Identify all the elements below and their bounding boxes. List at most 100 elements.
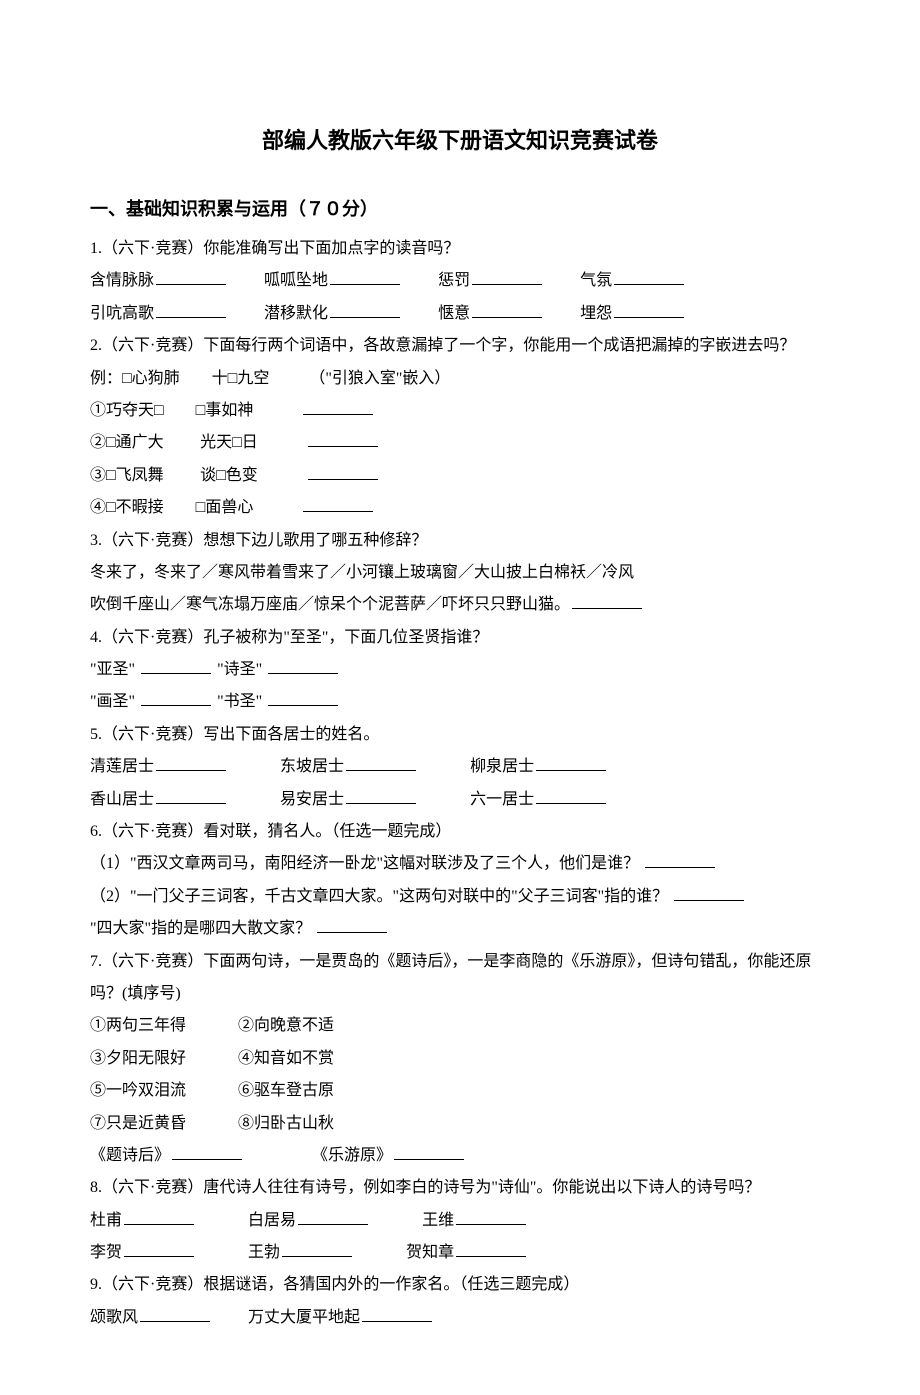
blank[interactable]: [472, 302, 542, 318]
section-header: 一、基础知识积累与运用（７０分）: [90, 192, 830, 226]
q9-r1-b: 万丈大厦平地起: [248, 1309, 360, 1326]
blank[interactable]: [141, 658, 211, 674]
q6-item2-text: （2）"一门父子三词客，千古文章四大家。"这两句对联中的"父子三词客"指的谁？: [90, 888, 668, 905]
q6-item1: （1）"西汉文章两司马，南阳经济一卧龙"这幅对联涉及了三个人，他们是谁？: [90, 849, 830, 879]
q2-example: 例：□心狗肺 十□九空 （"引狼入室"嵌入）: [90, 364, 830, 394]
q7-ans2-label: 《乐游原》: [312, 1147, 392, 1164]
q8-r1-b: 白居易: [248, 1212, 296, 1229]
blank[interactable]: [536, 755, 606, 771]
q2-item2-text: ②□通广大 光天□日: [90, 434, 258, 451]
blank[interactable]: [156, 755, 226, 771]
q2-item1-text: ①巧夺天□ □事如神: [90, 402, 253, 419]
q3-line1: 冬来了，冬来了／寒风带着雪来了／小河镶上玻璃窗／大山披上白棉袄／冷风: [90, 558, 830, 588]
q5-r1-a: 清莲居士: [90, 758, 154, 775]
blank[interactable]: [614, 269, 684, 285]
blank[interactable]: [308, 431, 378, 447]
blank[interactable]: [141, 690, 211, 706]
blank[interactable]: [346, 788, 416, 804]
q7-opt4: ④知音如不赏: [238, 1050, 334, 1067]
blank[interactable]: [140, 1306, 210, 1322]
q7-opts-r2: ③夕阳无限好 ④知音如不赏: [90, 1044, 830, 1074]
blank[interactable]: [308, 464, 378, 480]
q6-item1-text: （1）"西汉文章两司马，南阳经济一卧龙"这幅对联涉及了三个人，他们是谁？: [90, 855, 639, 872]
q4-r1-b: "诗圣": [217, 661, 262, 678]
q7-ans1-label: 《题诗后》: [90, 1147, 170, 1164]
q1-r1-a: 含情脉脉: [90, 272, 154, 289]
q7-opts-r4: ⑦只是近黄昏 ⑧归卧古山秋: [90, 1109, 830, 1139]
blank[interactable]: [330, 302, 400, 318]
q1-r1-d: 气氛: [580, 272, 612, 289]
q5-r1-b: 东坡居士: [280, 758, 344, 775]
blank[interactable]: [156, 269, 226, 285]
blank[interactable]: [614, 302, 684, 318]
q6-item2: （2）"一门父子三词客，千古文章四大家。"这两句对联中的"父子三词客"指的谁？: [90, 882, 830, 912]
q7-opt1: ①两句三年得: [90, 1017, 186, 1034]
q5-row1: 清莲居士 东坡居士 柳泉居士: [90, 752, 830, 782]
blank[interactable]: [303, 399, 373, 415]
q8-r2-c: 贺知章: [406, 1244, 454, 1261]
q7-opt5: ⑤一吟双泪流: [90, 1082, 186, 1099]
blank[interactable]: [330, 269, 400, 285]
blank[interactable]: [456, 1241, 526, 1257]
q7-answers: 《题诗后》 《乐游原》: [90, 1141, 830, 1171]
blank[interactable]: [268, 690, 338, 706]
q2-item1: ①巧夺天□ □事如神: [90, 396, 830, 426]
q5-prompt: 5.（六下·竞赛）写出下面各居士的姓名。: [90, 720, 830, 750]
q1-r2-d: 埋怨: [580, 305, 612, 322]
q3-prompt: 3.（六下·竞赛）想想下边儿歌用了哪五种修辞？: [90, 526, 830, 556]
q1-r2-a: 引吭高歌: [90, 305, 154, 322]
blank[interactable]: [394, 1144, 464, 1160]
q4-r2-b: "书圣": [217, 693, 262, 710]
q3-line2-text: 吹倒千座山／寒气冻塌万座庙／惊呆个个泥菩萨／吓坏只只野山猫。: [90, 596, 570, 613]
q7-opt8: ⑧归卧古山秋: [238, 1115, 334, 1132]
q8-r1-a: 杜甫: [90, 1212, 122, 1229]
blank[interactable]: [456, 1209, 526, 1225]
q5-r2-c: 六一居士: [470, 791, 534, 808]
q6-item3-text: "四大家"指的是哪四大散文家？: [90, 920, 311, 937]
blank[interactable]: [303, 496, 373, 512]
blank[interactable]: [124, 1209, 194, 1225]
blank[interactable]: [674, 885, 744, 901]
q4-r1-a: "亚圣": [90, 661, 135, 678]
q2-prompt: 2.（六下·竞赛）下面每行两个词语中，各故意漏掉了一个字，你能用一个成语把漏掉的…: [90, 331, 830, 361]
q2-item4: ④□不暇接 □面兽心: [90, 493, 830, 523]
blank[interactable]: [645, 852, 715, 868]
q1-r1-b: 呱呱坠地: [264, 272, 328, 289]
blank[interactable]: [298, 1209, 368, 1225]
blank[interactable]: [536, 788, 606, 804]
q8-row1: 杜甫 白居易 王维: [90, 1206, 830, 1236]
q7-opt6: ⑥驱车登古原: [238, 1082, 334, 1099]
blank[interactable]: [472, 269, 542, 285]
q2-item3-text: ③□飞凤舞 谈□色变: [90, 467, 258, 484]
blank[interactable]: [156, 302, 226, 318]
q7-prompt1: 7.（六下·竞赛）下面两句诗，一是贾岛的《题诗后》，一是李商隐的《乐游原》，但诗…: [90, 947, 830, 977]
q8-row2: 李贺 王勃 贺知章: [90, 1238, 830, 1268]
q1-r1-c: 惩罚: [438, 272, 470, 289]
q9-r1-a: 颂歌风: [90, 1309, 138, 1326]
q4-r2-a: "画圣": [90, 693, 135, 710]
blank[interactable]: [282, 1241, 352, 1257]
q7-opt2: ②向晚意不适: [238, 1017, 334, 1034]
blank[interactable]: [124, 1241, 194, 1257]
page-title: 部编人教版六年级下册语文知识竞赛试卷: [90, 120, 830, 162]
q1-r2-c: 惬意: [438, 305, 470, 322]
blank[interactable]: [156, 788, 226, 804]
q7-prompt2: 吗？(填序号): [90, 979, 830, 1009]
q6-item3: "四大家"指的是哪四大散文家？: [90, 914, 830, 944]
q8-prompt: 8.（六下·竞赛）唐代诗人往往有诗号，例如李白的诗号为"诗仙"。你能说出以下诗人…: [90, 1173, 830, 1203]
q7-opt3: ③夕阳无限好: [90, 1050, 186, 1067]
q2-item4-text: ④□不暇接 □面兽心: [90, 499, 253, 516]
q4-prompt: 4.（六下·竞赛）孔子被称为"至圣"，下面几位圣贤指谁？: [90, 623, 830, 653]
q5-row2: 香山居士 易安居士 六一居士: [90, 785, 830, 815]
blank[interactable]: [362, 1306, 432, 1322]
q5-r1-c: 柳泉居士: [470, 758, 534, 775]
q7-opts-r3: ⑤一吟双泪流 ⑥驱车登古原: [90, 1076, 830, 1106]
q3-line2: 吹倒千座山／寒气冻塌万座庙／惊呆个个泥菩萨／吓坏只只野山猫。: [90, 590, 830, 620]
blank[interactable]: [172, 1144, 242, 1160]
blank[interactable]: [268, 658, 338, 674]
blank[interactable]: [317, 917, 387, 933]
q2-item3: ③□飞凤舞 谈□色变: [90, 461, 830, 491]
q1-r2-b: 潜移默化: [264, 305, 328, 322]
blank[interactable]: [346, 755, 416, 771]
blank[interactable]: [572, 593, 642, 609]
